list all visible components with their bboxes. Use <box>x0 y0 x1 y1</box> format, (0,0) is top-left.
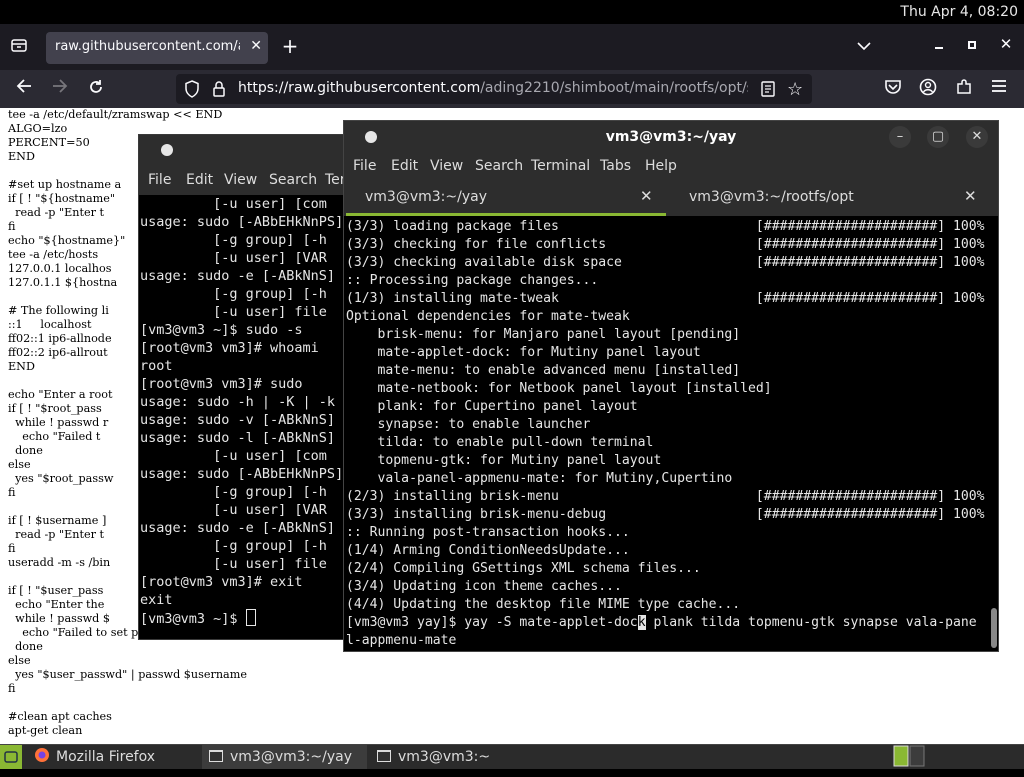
tab-overview-icon[interactable] <box>8 37 30 58</box>
close-tab-icon[interactable]: ✕ <box>250 38 262 54</box>
close-icon[interactable]: ✕ <box>966 126 988 148</box>
terminal-icon <box>208 747 224 762</box>
pocket-icon[interactable] <box>882 79 904 100</box>
menu-tabs[interactable]: Tabs <box>600 158 631 174</box>
text-cursor <box>245 609 256 626</box>
maximize-window-icon[interactable] <box>961 35 983 55</box>
list-tabs-chevron-icon[interactable] <box>853 36 875 56</box>
workspace-switcher[interactable] <box>893 745 925 769</box>
reload-icon[interactable] <box>85 78 107 101</box>
taskbar: Mozilla Firefox vm3@vm3:~/yay vm3@vm3:~ <box>0 744 1024 769</box>
terminal-window-back[interactable]: File Edit View Search Ter [-u user] [com… <box>138 134 370 640</box>
terminal-icon <box>376 747 392 762</box>
menu-icon[interactable] <box>988 78 1010 99</box>
terminal-menubar: File Edit View Search Terminal Tabs Help <box>344 154 998 180</box>
menu-terminal[interactable]: Terminal <box>531 158 590 174</box>
terminal-back-output[interactable]: [-u user] [com usage: sudo [-ABbEHkNnPS]… <box>140 195 351 628</box>
terminal-back-menubar: File Edit View Search Ter <box>139 167 369 195</box>
start-menu-button[interactable] <box>0 745 22 769</box>
terminal-window-front[interactable]: vm3@vm3:~/yay – ▢ ✕ File Edit View Searc… <box>343 120 999 652</box>
clock[interactable]: Thu Apr 4, 08:20 <box>900 4 1018 20</box>
account-icon[interactable] <box>917 78 939 101</box>
close-window-icon[interactable]: ✕ <box>995 34 1017 54</box>
menu-file[interactable]: File <box>148 172 171 188</box>
terminal-tab-bar: vm3@vm3:~/yay ✕ vm3@vm3:~/rootfs/opt ✕ <box>344 180 998 216</box>
terminal-output-text[interactable]: (3/3) loading package files [###########… <box>346 218 985 650</box>
url-text[interactable]: https://raw.githubusercontent.com/ading2… <box>238 80 748 96</box>
terminal-output[interactable]: (3/3) loading package files [###########… <box>344 216 989 651</box>
menu-edit[interactable]: Edit <box>391 158 418 174</box>
tab-label: vm3@vm3:~/yay <box>365 189 487 205</box>
scrollbar[interactable] <box>989 216 998 651</box>
tab-yay[interactable]: vm3@vm3:~/yay ✕ <box>344 180 669 216</box>
scrollbar-thumb[interactable] <box>991 608 997 648</box>
terminal-titlebar[interactable]: vm3@vm3:~/yay – ▢ ✕ <box>344 121 998 154</box>
taskbar-item-label: vm3@vm3:~ <box>398 749 491 765</box>
url-host: https://raw.githubusercontent.com <box>238 80 481 96</box>
taskbar-item-label: Mozilla Firefox <box>56 749 156 765</box>
url-path: /ading2210/shimboot/main/rootfs/opt/setu… <box>480 80 748 96</box>
menu-help[interactable]: Help <box>645 158 677 174</box>
menu-edit[interactable]: Edit <box>186 172 213 188</box>
taskbar-item-terminal-yay[interactable]: vm3@vm3:~/yay <box>202 745 367 769</box>
close-tab-icon[interactable]: ✕ <box>640 187 653 205</box>
tab-rootfs-opt[interactable]: vm3@vm3:~/rootfs/opt ✕ <box>669 180 998 216</box>
terminal-back-titlebar[interactable] <box>139 135 369 167</box>
extensions-icon[interactable] <box>953 78 975 101</box>
menu-view[interactable]: View <box>430 158 463 174</box>
menu-file[interactable]: File <box>353 158 376 174</box>
firefox-icon <box>34 747 50 762</box>
maximize-icon[interactable]: ▢ <box>927 126 949 148</box>
back-icon[interactable] <box>13 78 35 99</box>
bookmark-star-icon[interactable]: ☆ <box>787 79 803 100</box>
menu-search[interactable]: Search <box>269 172 317 188</box>
workspace-icon <box>893 745 925 771</box>
taskbar-item-firefox[interactable]: Mozilla Firefox <box>34 745 194 769</box>
minimize-icon[interactable]: – <box>889 126 911 148</box>
menu-search[interactable]: Search <box>475 158 523 174</box>
url-bar[interactable]: https://raw.githubusercontent.com/ading2… <box>176 74 812 104</box>
new-tab-icon[interactable]: + <box>279 36 301 56</box>
reader-icon[interactable] <box>760 80 776 102</box>
terminal-icon <box>161 144 173 156</box>
lock-icon[interactable] <box>212 80 226 102</box>
browser-tab-title: raw.githubusercontent.com/adi <box>55 39 240 54</box>
menu-view[interactable]: View <box>224 172 257 188</box>
minimize-window-icon[interactable] <box>928 35 950 55</box>
taskbar-item-terminal-home[interactable]: vm3@vm3:~ <box>370 745 535 769</box>
tab-label: vm3@vm3:~/rootfs/opt <box>689 189 854 205</box>
forward-icon[interactable] <box>49 78 71 99</box>
close-tab-icon[interactable]: ✕ <box>964 187 977 205</box>
system-top-bar: Thu Apr 4, 08:20 <box>0 0 1024 24</box>
shield-icon[interactable] <box>184 80 200 102</box>
taskbar-item-label: vm3@vm3:~/yay <box>230 749 352 765</box>
browser-tab[interactable]: raw.githubusercontent.com/adi ✕ <box>46 32 268 64</box>
text-cursor: k <box>637 615 646 630</box>
